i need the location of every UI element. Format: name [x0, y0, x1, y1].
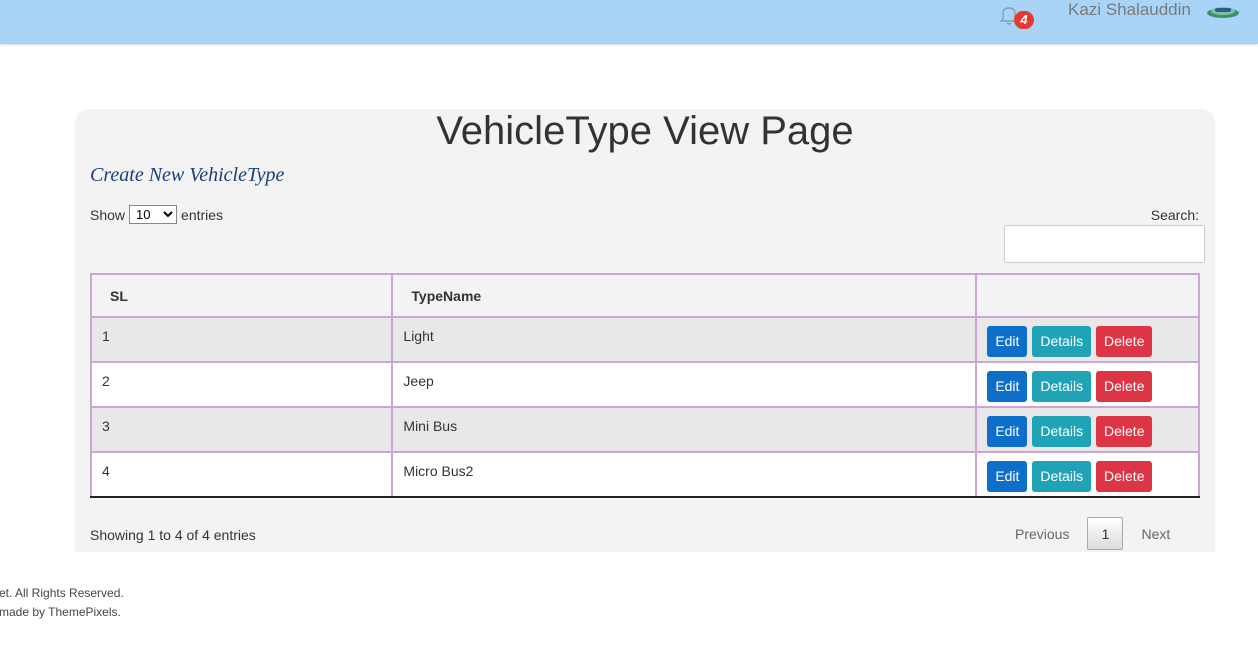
search-input[interactable]: [1004, 225, 1205, 263]
footer-copyright: et. All Rights Reserved.: [0, 586, 124, 600]
header-actions: [975, 273, 1200, 318]
cell-sl: 4: [89, 451, 394, 498]
delete-button[interactable]: Delete: [1096, 371, 1153, 402]
show-label: Show: [90, 206, 126, 223]
edit-button[interactable]: Edit: [987, 371, 1028, 402]
table-row: 4 Micro Bus2 Edit Details Delete: [89, 451, 1200, 498]
details-button[interactable]: Details: [1032, 461, 1092, 492]
top-navbar: 4 Kazi Shalauddin: [0, 0, 1258, 44]
table-info: Showing 1 to 4 of 4 entries: [90, 527, 256, 543]
entries-select[interactable]: 10: [129, 205, 178, 224]
page-title: VehicleType View Page: [436, 109, 854, 153]
cell-sl: 2: [89, 361, 394, 408]
table-header-row: SL TypeName: [89, 273, 1200, 318]
delete-button[interactable]: Delete: [1096, 326, 1153, 357]
table-row: 3 Mini Bus Edit Details Delete: [89, 406, 1200, 453]
cell-typename: Micro Bus2: [391, 451, 978, 498]
details-button[interactable]: Details: [1032, 416, 1092, 447]
content-panel: VehicleType View Page Create New Vehicle…: [75, 109, 1215, 552]
page-1-button[interactable]: 1: [1087, 517, 1124, 550]
delete-button[interactable]: Delete: [1096, 461, 1153, 492]
cell-sl: 1: [89, 316, 394, 363]
pagination: Previous 1 Next: [1015, 517, 1170, 550]
cell-actions: Edit Details Delete: [975, 406, 1200, 453]
table-row: 1 Light Edit Details Delete: [89, 316, 1200, 363]
cell-actions: Edit Details Delete: [975, 361, 1200, 408]
edit-button[interactable]: Edit: [987, 326, 1028, 357]
cell-typename: Mini Bus: [391, 406, 978, 453]
length-control: Show 10 entries: [90, 205, 223, 224]
search-label: Search:: [1150, 207, 1199, 223]
previous-button[interactable]: Previous: [1015, 526, 1069, 542]
details-button[interactable]: Details: [1032, 326, 1092, 357]
vehicle-type-table: SL TypeName 1 Light Edit Details Delete …: [89, 273, 1200, 498]
cell-actions: Edit Details Delete: [975, 451, 1200, 498]
edit-button[interactable]: Edit: [987, 416, 1028, 447]
footer: et. All Rights Reserved. made by ThemePi…: [0, 584, 124, 622]
notification-badge[interactable]: 4: [1014, 11, 1034, 29]
user-name[interactable]: Kazi Shalauddin: [1068, 0, 1191, 20]
footer-credit: made by ThemePixels.: [0, 605, 121, 619]
edit-button[interactable]: Edit: [987, 461, 1028, 492]
next-button[interactable]: Next: [1141, 526, 1170, 542]
entries-label: entries: [181, 206, 224, 223]
create-new-link[interactable]: Create New VehicleType: [90, 164, 284, 187]
header-sl[interactable]: SL: [89, 273, 394, 318]
header-typename[interactable]: TypeName: [391, 273, 978, 318]
cell-typename: Light: [391, 316, 978, 363]
cell-typename: Jeep: [391, 361, 978, 408]
cell-actions: Edit Details Delete: [975, 316, 1200, 363]
delete-button[interactable]: Delete: [1096, 416, 1153, 447]
details-button[interactable]: Details: [1032, 371, 1092, 402]
table-row: 2 Jeep Edit Details Delete: [89, 361, 1200, 408]
cell-sl: 3: [89, 406, 394, 453]
avatar[interactable]: [1205, 2, 1241, 20]
